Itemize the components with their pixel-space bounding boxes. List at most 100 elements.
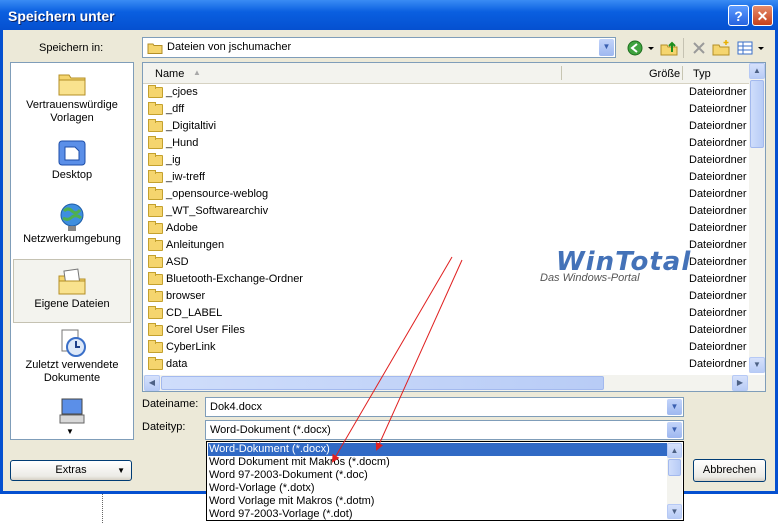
- filetype-label: Dateityp:: [142, 421, 186, 433]
- filetype-dropdown-list[interactable]: Word-Dokument (*.docx) Word Dokument mit …: [206, 441, 684, 521]
- place-trusted-templates[interactable]: Vertrauenswürdige Vorlagen: [13, 67, 131, 129]
- page-guide-line: [102, 494, 103, 523]
- cancel-button[interactable]: Abbrechen: [693, 459, 766, 482]
- scroll-left-button[interactable]: ◀: [144, 375, 160, 391]
- title-bar[interactable]: Speichern unter ? ✕: [0, 0, 778, 30]
- scroll-thumb[interactable]: [668, 459, 681, 476]
- place-desktop[interactable]: Desktop: [13, 137, 131, 187]
- place-network[interactable]: Netzwerkumgebung: [13, 201, 131, 253]
- scroll-down-button[interactable]: ▼: [667, 504, 682, 519]
- file-type: Dateiordner: [689, 171, 747, 183]
- filetype-option[interactable]: Word-Vorlage (*.dotx): [208, 482, 669, 495]
- scroll-thumb[interactable]: [750, 80, 764, 148]
- vertical-scrollbar[interactable]: ▲ ▼: [749, 63, 765, 373]
- close-button[interactable]: ✕: [752, 5, 773, 26]
- extras-button[interactable]: Extras ▼: [10, 460, 132, 481]
- extras-label: Extras: [55, 464, 87, 476]
- list-item[interactable]: CD_LABEL Dateiordner: [143, 305, 749, 322]
- place-recent[interactable]: Zuletzt verwendete Dokumente: [13, 327, 131, 389]
- folder-icon: [148, 102, 163, 115]
- chevron-down-icon[interactable]: ▼: [599, 39, 614, 56]
- chevron-down-icon[interactable]: ▼: [667, 422, 682, 438]
- file-type: Dateiordner: [689, 120, 747, 132]
- folder-icon: [148, 340, 163, 353]
- back-icon[interactable]: [626, 39, 644, 57]
- save-as-dialog: Speichern unter ? ✕ Speichern in: Dateie…: [0, 0, 778, 494]
- column-size[interactable]: Größe: [649, 68, 680, 80]
- list-item[interactable]: browser Dateiordner: [143, 288, 749, 305]
- my-documents-icon: [58, 268, 86, 295]
- list-item[interactable]: _opensource-weblog Dateiordner: [143, 186, 749, 203]
- list-item[interactable]: data Dateiordner: [143, 356, 749, 373]
- scroll-up-button[interactable]: ▲: [749, 63, 765, 79]
- delete-icon[interactable]: [690, 39, 708, 57]
- column-type[interactable]: Typ: [693, 68, 711, 80]
- recent-documents-icon: [61, 329, 86, 357]
- file-type: Dateiordner: [689, 341, 747, 353]
- file-list[interactable]: Name ▲ Größe Typ _cjoes Dateiordner _dff Da…: [142, 62, 766, 392]
- chevron-down-icon[interactable]: ▼: [667, 399, 682, 415]
- scroll-down-icon[interactable]: ▼: [66, 427, 74, 436]
- list-item[interactable]: CyberLink Dateiordner: [143, 339, 749, 356]
- file-name: Anleitungen: [166, 239, 225, 251]
- my-computer-icon[interactable]: [56, 397, 88, 427]
- filetype-option[interactable]: Word Vorlage mit Makros (*.dotm): [208, 495, 669, 508]
- list-item[interactable]: _dff Dateiordner: [143, 101, 749, 118]
- horizontal-scrollbar[interactable]: ◀ ▶: [143, 375, 749, 391]
- list-item[interactable]: _iw-treff Dateiordner: [143, 169, 749, 186]
- new-folder-icon[interactable]: [712, 39, 730, 57]
- filetype-option[interactable]: Word-Dokument (*.docx): [207, 442, 670, 457]
- scrollbar-corner: [749, 375, 765, 391]
- file-name: ASD: [166, 256, 189, 268]
- network-icon: [60, 203, 84, 231]
- folder-icon: [148, 289, 163, 302]
- folder-icon: [148, 255, 163, 268]
- place-label: Desktop: [51, 169, 93, 181]
- list-item[interactable]: _WT_Softwarearchiv Dateiordner: [143, 203, 749, 220]
- list-item[interactable]: _Hund Dateiordner: [143, 135, 749, 152]
- filetype-option[interactable]: Word 97-2003-Vorlage (*.dot): [208, 508, 669, 521]
- column-name[interactable]: Name: [155, 68, 184, 80]
- sort-ascending-icon: ▲: [193, 68, 201, 77]
- folder-icon: [148, 153, 163, 166]
- file-name: _cjoes: [166, 86, 198, 98]
- scroll-up-button[interactable]: ▲: [667, 443, 682, 458]
- filetype-option[interactable]: Word Dokument mit Makros (*.docm): [208, 456, 669, 469]
- filetype-combo[interactable]: Word-Dokument (*.docx) ▼: [205, 420, 684, 440]
- place-my-documents[interactable]: Eigene Dateien: [13, 259, 131, 323]
- file-name: _Hund: [166, 137, 199, 149]
- filetype-value: Word-Dokument (*.docx): [210, 424, 331, 436]
- list-item[interactable]: _cjoes Dateiordner: [143, 84, 749, 101]
- folder-icon: [148, 170, 163, 183]
- list-item[interactable]: Adobe Dateiordner: [143, 220, 749, 237]
- filename-input[interactable]: Dok4.docx: [210, 401, 262, 413]
- column-separator[interactable]: [561, 66, 562, 80]
- folder-icon: [148, 272, 163, 285]
- dropdown-scrollbar[interactable]: ▲ ▼: [667, 443, 682, 519]
- scroll-down-button[interactable]: ▼: [749, 357, 765, 373]
- file-type: Dateiordner: [689, 188, 747, 200]
- scroll-right-button[interactable]: ▶: [732, 375, 748, 391]
- filename-label: Dateiname:: [142, 398, 199, 410]
- file-type: Dateiordner: [689, 103, 747, 115]
- file-type: Dateiordner: [689, 137, 747, 149]
- folder-icon: [148, 238, 163, 251]
- list-item[interactable]: _Digitaltivi Dateiordner: [143, 118, 749, 135]
- help-button[interactable]: ?: [728, 5, 749, 26]
- wintotal-tagline: Das Windows-Portal: [540, 272, 640, 284]
- list-item[interactable]: Corel User Files Dateiordner: [143, 322, 749, 339]
- scroll-thumb[interactable]: [161, 376, 604, 390]
- file-name: _dff: [166, 103, 185, 115]
- window-title: Speichern unter: [8, 8, 115, 24]
- up-folder-icon[interactable]: [660, 39, 678, 57]
- file-type: Dateiordner: [689, 290, 747, 302]
- chevron-down-icon[interactable]: [646, 39, 656, 57]
- save-in-combo[interactable]: Dateien von jschumacher ▼: [142, 37, 616, 58]
- chevron-down-icon[interactable]: [756, 39, 766, 57]
- filename-combo[interactable]: Dok4.docx ▼: [205, 397, 684, 417]
- filetype-option[interactable]: Word 97-2003-Dokument (*.doc): [208, 469, 669, 482]
- list-item[interactable]: _ig Dateiordner: [143, 152, 749, 169]
- column-separator[interactable]: [682, 66, 683, 80]
- folder-icon: [58, 74, 86, 96]
- views-icon[interactable]: [736, 39, 754, 57]
